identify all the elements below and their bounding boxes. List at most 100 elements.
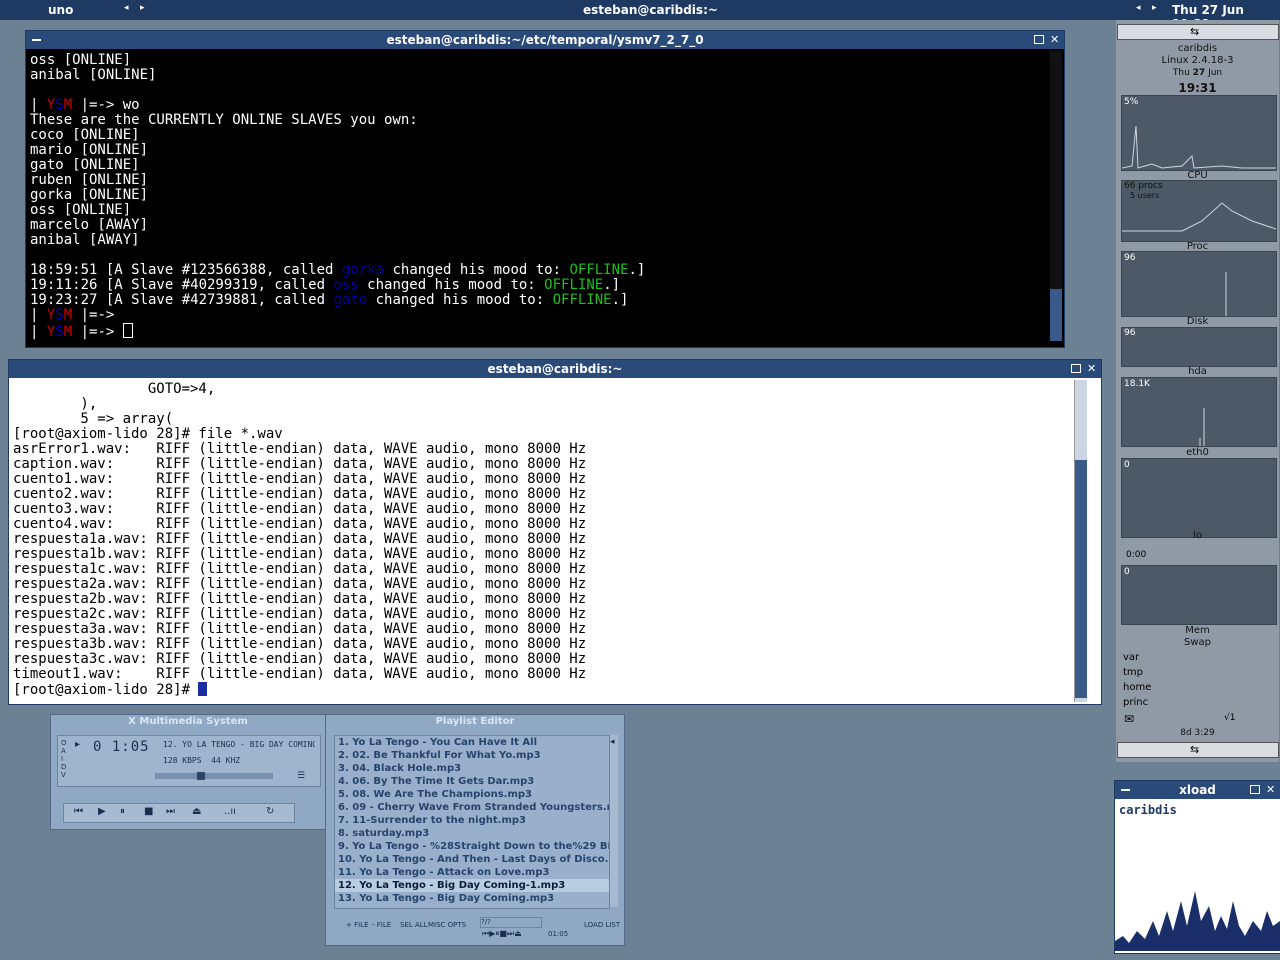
stop-icon[interactable]: ■	[144, 806, 153, 817]
fs-tmp[interactable]: tmp	[1123, 667, 1143, 678]
position-slider-handle[interactable]	[197, 772, 205, 780]
playlist-item[interactable]: 11. Yo La Tengo - Attack on Love.mp3	[335, 866, 609, 879]
playlist[interactable]: 1. Yo La Tengo - You Can Have It All 2. 0…	[334, 735, 610, 909]
prev-window-icon[interactable]: ◂	[1136, 3, 1141, 13]
proc-chart[interactable]: 66 procs 5 users	[1121, 180, 1277, 242]
terminal-line: GOTO=>4,	[13, 381, 216, 397]
fs-home[interactable]: home	[1123, 682, 1151, 693]
cpu-chart[interactable]: 5%	[1121, 95, 1277, 171]
cursor	[198, 682, 208, 696]
date-display: Thu 27 Jun	[1116, 68, 1279, 78]
ysm-terminal-window[interactable]: esteban@caribdis:~/etc/temporal/ysmv7_2_…	[25, 30, 1065, 348]
maximize-icon[interactable]	[1034, 35, 1044, 44]
terminal-line: oss [ONLINE]	[30, 202, 132, 218]
mem-chart[interactable]: 0	[1121, 565, 1277, 625]
close-icon[interactable]: ✕	[1050, 34, 1059, 45]
playlist-item[interactable]: 4. 06. By The Time It Gets Dar.mp3	[335, 775, 609, 788]
xmms-player[interactable]: X Multimedia System OAIDV ▸ 0 1:05 12. Y…	[50, 714, 326, 830]
playlist-editor[interactable]: Playlist Editor 1. Yo La Tengo - You Can…	[325, 714, 625, 946]
playlist-item[interactable]: 6. 09 - Cherry Wave From Stranded Youngs…	[335, 801, 609, 814]
hostname: caribdis	[1177, 43, 1218, 54]
misc-options-button[interactable]: MISC OPTS	[428, 921, 466, 929]
scrollbar-thumb[interactable]	[1050, 289, 1062, 341]
top-panel: uno ◂ ▸ esteban@caribdis:~ ◂ ▸ Thu 27 Ju…	[0, 0, 1280, 31]
gkrellm-menu-icon[interactable]: ⇆	[1190, 25, 1199, 38]
mail-icon[interactable]: ✉	[1124, 712, 1134, 726]
play-icon[interactable]: ▶	[98, 806, 106, 817]
previous-icon[interactable]: ⏮	[74, 806, 83, 817]
mem-value: 0	[1124, 567, 1130, 577]
remove-file-button[interactable]: - FILE	[372, 921, 391, 929]
terminal-line: cuento1.wav: RIFF (little-endian) data, …	[13, 471, 587, 487]
xmms-title[interactable]: X Multimedia System	[51, 715, 325, 729]
window-titlebar[interactable]: esteban@caribdis:~/etc/temporal/ysmv7_2_…	[26, 31, 1064, 49]
playlist-item[interactable]: 8. saturday.mp3	[335, 827, 609, 840]
close-icon[interactable]: ✕	[1087, 363, 1096, 374]
pause-icon[interactable]: ⏸	[120, 806, 125, 817]
workspace-name[interactable]: uno	[48, 3, 73, 17]
eth0-label: eth0	[1186, 447, 1209, 458]
terminal-line: | YSM |=-> wo	[30, 97, 140, 113]
next-icon[interactable]: ⏭	[166, 806, 175, 817]
playlist-scrollbar[interactable]	[610, 735, 618, 907]
playlist-item[interactable]: 2. 02. Be Thankful For What Yo.mp3	[335, 749, 609, 762]
playlist-item[interactable]: 5. 08. We Are The Champions.mp3	[335, 788, 609, 801]
volume-icon[interactable]: ..ıı	[224, 806, 236, 817]
terminal-line: ),	[13, 396, 98, 412]
terminal-line: asrError1.wav: RIFF (little-endian) data…	[13, 441, 587, 457]
next-workspace-icon[interactable]: ▸	[140, 3, 145, 13]
maximize-icon[interactable]	[1071, 364, 1081, 373]
window-menu-icon[interactable]	[1121, 789, 1130, 791]
terminal-line: cuento3.wav: RIFF (little-endian) data, …	[13, 501, 587, 517]
terminal-line: mario [ONLINE]	[30, 142, 149, 158]
prev-workspace-icon[interactable]: ◂	[124, 3, 129, 13]
playlist-item[interactable]: 7. 11-Surrender to the night.mp3	[335, 814, 609, 827]
gkrellm-bottom-icon[interactable]: ⇆	[1190, 743, 1199, 756]
elapsed-time[interactable]: 0 1:05	[93, 739, 150, 755]
window-menu-icon[interactable]	[32, 39, 41, 41]
terminal-output[interactable]: oss [ONLINE] anibal [ONLINE] | YSM |=-> w…	[30, 53, 645, 340]
fs-princ[interactable]: princ	[1123, 697, 1148, 708]
playlist-title[interactable]: Playlist Editor	[326, 715, 624, 729]
eject-icon[interactable]: ⏏	[192, 806, 201, 817]
maximize-icon[interactable]	[1250, 785, 1260, 794]
playlist-item[interactable]: 12. Yo La Tengo - Big Day Coming-1.mp3	[335, 879, 609, 892]
playlist-item[interactable]: 9. Yo La Tengo - %28Straight Down to the…	[335, 840, 609, 853]
playlist-item[interactable]: 10. Yo La Tengo - And Then - Last Days o…	[335, 853, 609, 866]
eth0-chart[interactable]: 18.1K	[1121, 377, 1277, 447]
fs-var[interactable]: var	[1123, 652, 1139, 663]
playlist-item[interactable]: 3. 04. Black Hole.mp3	[335, 762, 609, 775]
next-window-icon[interactable]: ▸	[1152, 3, 1157, 13]
eq-icon[interactable]: ☰	[297, 771, 305, 781]
terminal-line: anibal [ONLINE]	[30, 67, 157, 83]
window-titlebar[interactable]: xload ✕	[1115, 781, 1280, 799]
position-slider[interactable]	[155, 773, 273, 779]
song-title: 12. YO LA TENGO - BIG DAY COMING	[163, 740, 315, 749]
playlist-item[interactable]: 1. Yo La Tengo - You Can Have It All	[335, 736, 609, 749]
window-titlebar[interactable]: esteban@caribdis:~ ✕	[9, 360, 1101, 378]
mini-controls-icon[interactable]: ⏮▶⏸■⏭⏏	[482, 929, 522, 939]
playlist-counter: ?/?	[480, 917, 542, 928]
xload-window[interactable]: xload ✕ caribdis	[1114, 780, 1280, 954]
date: 27	[1192, 68, 1206, 78]
terminal-output[interactable]: GOTO=>4, ), 5 => array([root@axiom-lido …	[13, 382, 586, 698]
lo-chart[interactable]: 0	[1121, 458, 1277, 538]
load-list-button[interactable]: LOAD LIST	[584, 921, 620, 929]
disk-chart[interactable]: 96	[1121, 251, 1277, 317]
scroll-left-icon[interactable]: ◂	[610, 737, 615, 747]
prompt-line[interactable]: [root@axiom-lido 28]#	[13, 682, 586, 698]
vis-letters[interactable]: OAIDV	[61, 739, 67, 779]
close-icon[interactable]: ✕	[1266, 784, 1275, 795]
hda-chart[interactable]: 96	[1121, 327, 1277, 367]
repeat-icon[interactable]: ↻	[266, 806, 274, 817]
select-all-button[interactable]: SEL ALL	[400, 921, 428, 929]
window-title: xload	[1179, 783, 1216, 797]
terminal-line: cuento4.wav: RIFF (little-endian) data, …	[13, 516, 587, 532]
add-file-button[interactable]: + FILE	[346, 921, 369, 929]
scrollbar-thumb[interactable]	[1075, 460, 1087, 698]
root-terminal-window[interactable]: esteban@caribdis:~ ✕ GOTO=>4, ), 5 => ar…	[8, 359, 1102, 705]
terminal-line: cuento2.wav: RIFF (little-endian) data, …	[13, 486, 587, 502]
playlist-item[interactable]: 13. Yo La Tengo - Big Day Coming.mp3	[335, 892, 609, 905]
uptime: 8d 3:29	[1180, 728, 1215, 738]
